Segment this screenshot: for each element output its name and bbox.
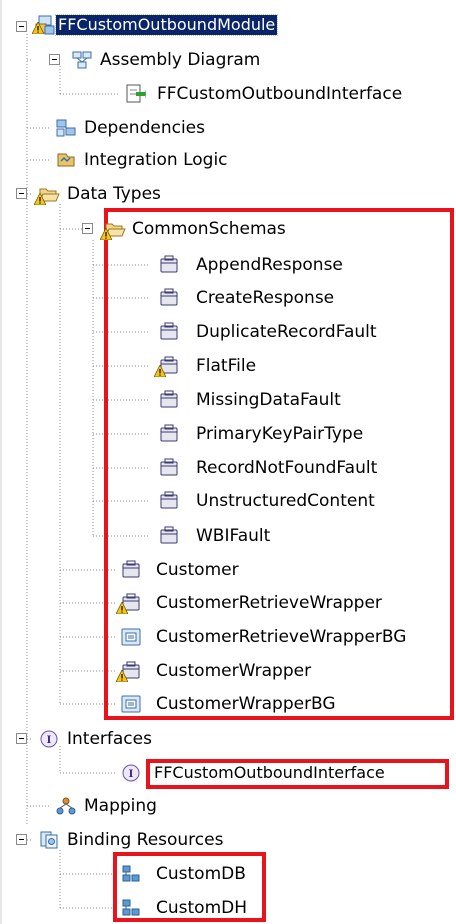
business-object-icon (160, 322, 178, 340)
tree-item-label: CustomDH (156, 898, 248, 918)
business-object-icon (160, 255, 178, 273)
interface-icon: I (40, 730, 58, 748)
tree-item-label: PrimaryKeyPairType (196, 424, 364, 444)
warning-icon (32, 22, 44, 34)
tree-item-label: Data Types (67, 184, 161, 204)
tree-item-label: Interfaces (67, 729, 152, 749)
tree-item-label: RecordNotFoundFault (196, 458, 378, 478)
collapse-toggle-data-types[interactable] (16, 188, 27, 199)
tree-item-label: UnstructuredContent (196, 491, 375, 511)
assembly-diagram-icon (72, 51, 92, 69)
tree-item-label: Integration Logic (84, 150, 228, 170)
warning-icon (116, 670, 128, 682)
tree-item-label: CustomerWrapper (156, 661, 312, 681)
warning-icon (116, 602, 128, 614)
project-explorer-tree: FFCustomOutboundModule Assembly Diagram … (0, 0, 456, 924)
tree-item-label: Dependencies (84, 118, 205, 138)
data-binding-icon (122, 899, 140, 916)
business-object-icon (122, 560, 140, 578)
tree-item-label: Binding Resources (67, 830, 224, 850)
integration-logic-icon (57, 153, 75, 167)
tree-item-label: FFCustomOutboundInterface (157, 84, 403, 104)
business-graph-icon (121, 695, 141, 713)
tree-item-label: MissingDataFault (196, 390, 341, 410)
warning-icon (100, 228, 112, 240)
mapping-icon (56, 797, 76, 815)
business-object-icon (160, 288, 178, 306)
tree-item-label: FFCustomOutboundModule (54, 14, 279, 36)
business-object-icon (160, 458, 178, 476)
collapse-toggle-common-schemas[interactable] (82, 223, 93, 234)
tree-item-label: CreateResponse (196, 288, 335, 308)
tree-item-label: AppendResponse (196, 255, 343, 275)
collapse-toggle-assembly-diagram[interactable] (49, 54, 60, 65)
tree-item-label: DuplicateRecordFault (196, 322, 377, 342)
export-file-icon (126, 84, 146, 103)
tree-item-label: CustomerWrapperBG (156, 694, 336, 714)
collapse-toggle-module[interactable] (16, 21, 27, 32)
tree-item-label: CommonSchemas (132, 219, 286, 239)
tree-item-label: WBIFault (196, 526, 271, 546)
interface-icon: I (122, 764, 140, 782)
business-object-icon (160, 526, 178, 544)
tree-item-label: Customer (156, 560, 239, 580)
tree-item-label: CustomDB (156, 864, 246, 884)
tree-item-label: CustomerRetrieveWrapper (156, 593, 382, 613)
tree-item-label: CustomerRetrieveWrapperBG (156, 627, 407, 647)
business-graph-icon (121, 628, 141, 646)
dependencies-icon (56, 119, 76, 137)
warning-icon (34, 193, 46, 205)
svg-text:I: I (129, 769, 134, 780)
warning-icon (154, 365, 166, 377)
data-binding-icon (122, 865, 140, 882)
business-object-icon (160, 491, 178, 509)
business-object-icon (160, 424, 178, 442)
binding-resources-icon (40, 831, 58, 849)
collapse-toggle-interfaces[interactable] (16, 733, 27, 744)
collapse-toggle-binding-resources[interactable] (16, 834, 27, 845)
business-object-icon (160, 390, 178, 408)
tree-item-label: FFCustomOutboundInterface (154, 763, 385, 782)
tree-item-label: FlatFile (196, 356, 257, 376)
svg-text:I: I (47, 735, 52, 746)
tree-item-label: Assembly Diagram (100, 50, 261, 70)
tree-item-label: Mapping (84, 796, 157, 816)
